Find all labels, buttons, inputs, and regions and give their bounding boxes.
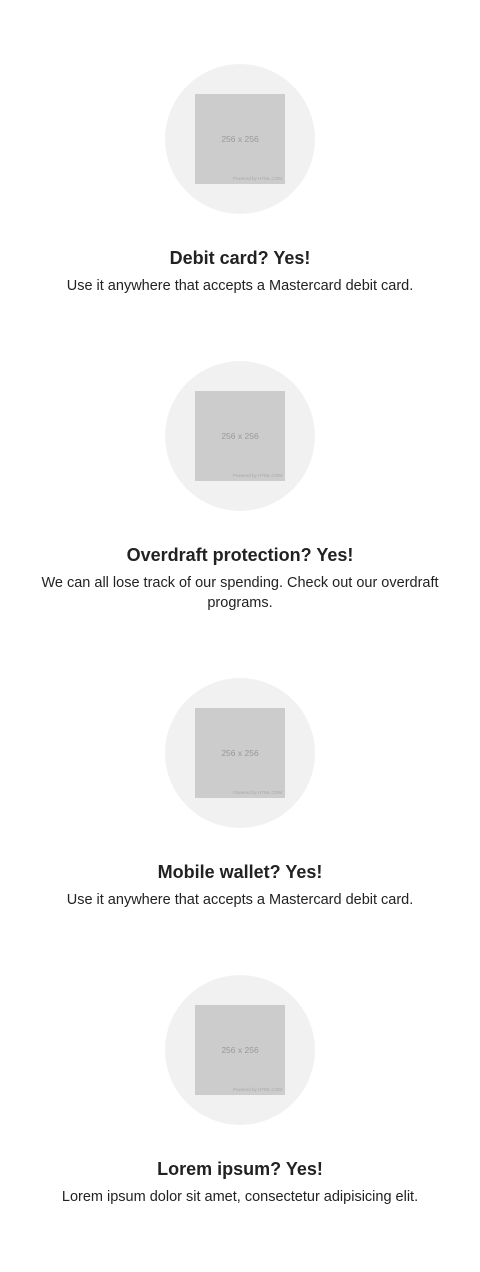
placeholder-image: 256 x 256 Powered by HTML.COM xyxy=(195,1005,285,1095)
feature-item-mobile-wallet: 256 x 256 Powered by HTML.COM Mobile wal… xyxy=(0,678,480,910)
feature-list: 256 x 256 Powered by HTML.COM Debit card… xyxy=(0,0,480,1272)
feature-item-debit-card: 256 x 256 Powered by HTML.COM Debit card… xyxy=(0,64,480,296)
feature-icon-circle: 256 x 256 Powered by HTML.COM xyxy=(165,361,315,511)
feature-item-lorem-ipsum: 256 x 256 Powered by HTML.COM Lorem ipsu… xyxy=(0,975,480,1207)
placeholder-credit-label: Powered by HTML.COM xyxy=(232,176,282,181)
feature-description: Lorem ipsum dolor sit amet, consectetur … xyxy=(61,1189,419,1205)
placeholder-size-label: 256 x 256 xyxy=(221,1045,259,1055)
placeholder-credit-label: Powered by HTML.COM xyxy=(232,790,282,795)
placeholder-size-label: 256 x 256 xyxy=(221,134,259,144)
feature-icon-circle: 256 x 256 Powered by HTML.COM xyxy=(165,64,315,214)
feature-description: We can all lose track of our spending. C… xyxy=(41,575,439,611)
placeholder-credit-label: Powered by HTML.COM xyxy=(232,473,282,478)
feature-title: Debit card? Yes! xyxy=(169,248,311,268)
feature-description: Use it anywhere that accepts a Mastercar… xyxy=(66,278,414,294)
feature-title: Lorem ipsum? Yes! xyxy=(157,1159,323,1179)
placeholder-image: 256 x 256 Powered by HTML.COM xyxy=(195,391,285,481)
feature-title: Mobile wallet? Yes! xyxy=(157,862,323,882)
placeholder-size-label: 256 x 256 xyxy=(221,431,259,441)
feature-description: Use it anywhere that accepts a Mastercar… xyxy=(66,892,414,908)
feature-icon-circle: 256 x 256 Powered by HTML.COM xyxy=(165,678,315,828)
placeholder-image: 256 x 256 Powered by HTML.COM xyxy=(195,94,285,184)
feature-title: Overdraft protection? Yes! xyxy=(126,545,354,565)
placeholder-image: 256 x 256 Powered by HTML.COM xyxy=(195,708,285,798)
placeholder-credit-label: Powered by HTML.COM xyxy=(232,1087,282,1092)
placeholder-size-label: 256 x 256 xyxy=(221,748,259,758)
feature-item-overdraft-protection: 256 x 256 Powered by HTML.COM Overdraft … xyxy=(0,361,480,613)
feature-icon-circle: 256 x 256 Powered by HTML.COM xyxy=(165,975,315,1125)
